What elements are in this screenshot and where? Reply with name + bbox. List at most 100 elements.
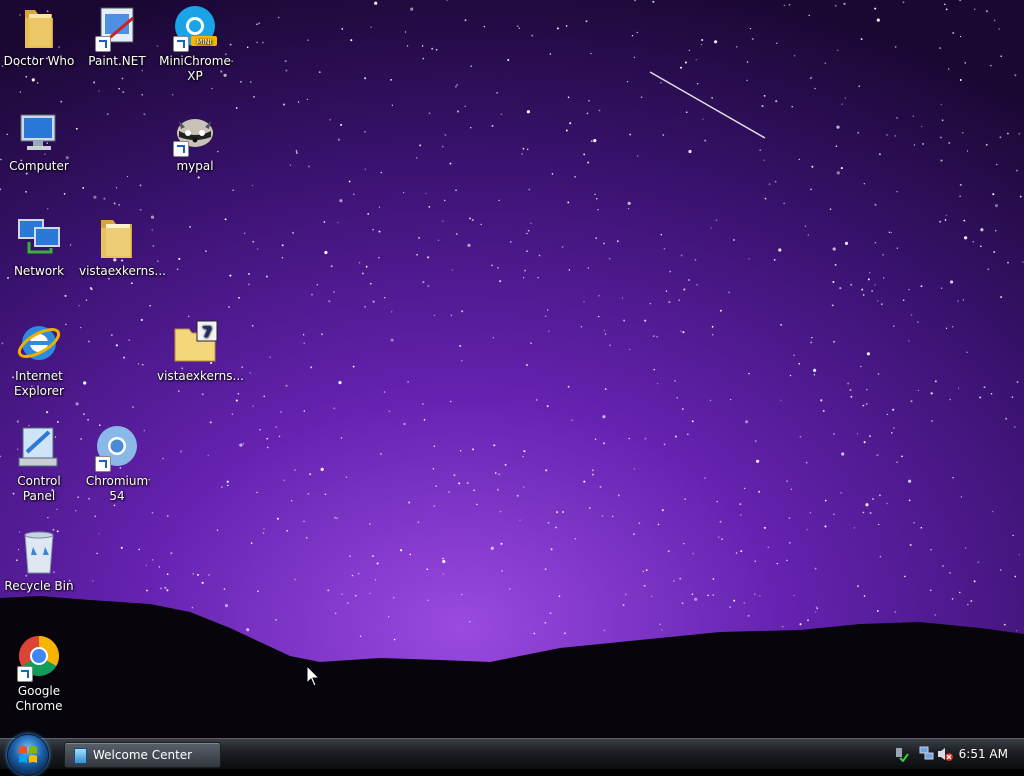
star (834, 4, 837, 7)
star (25, 190, 28, 193)
star (1000, 55, 1002, 57)
star (940, 287, 943, 289)
star (469, 217, 471, 220)
star (878, 523, 880, 526)
network-tray-icon[interactable] (919, 746, 935, 762)
star (667, 550, 670, 553)
star (151, 511, 154, 514)
star (118, 204, 120, 206)
star (229, 274, 232, 277)
star (267, 447, 269, 449)
desktop-icon-mypal[interactable]: mypal (156, 109, 234, 174)
desktop-icon-recycle-bin[interactable]: Recycle Bin (0, 529, 78, 594)
desktop-icon-google-chrome[interactable]: Google Chrome (0, 634, 78, 714)
star (663, 248, 666, 250)
star (265, 275, 268, 278)
star (496, 488, 499, 491)
star (224, 218, 227, 221)
desktop-icon-network[interactable]: Network (0, 214, 78, 279)
star (959, 35, 962, 38)
star (98, 533, 100, 535)
star (929, 589, 932, 592)
desktop-icon-vistaexkerns-folder[interactable]: vistaexkerns... (78, 214, 166, 279)
star (110, 334, 113, 337)
star (113, 202, 116, 205)
star (187, 315, 190, 318)
desktop-icon-paint-net[interactable]: Paint.NET (78, 4, 156, 69)
desktop-icon-doctor-who[interactable]: Doctor Who (0, 4, 78, 69)
desktop-icon-internet-explorer[interactable]: Internet Explorer (0, 319, 78, 399)
star (330, 265, 333, 268)
star (710, 227, 712, 229)
taskbar-button-welcome-center[interactable]: Welcome Center (64, 742, 221, 768)
star (166, 515, 169, 517)
star (649, 302, 652, 305)
desktop-icon-control-panel[interactable]: Control Panel (0, 424, 78, 504)
star (423, 418, 426, 421)
star (694, 258, 697, 261)
star (82, 187, 85, 189)
star (231, 413, 233, 415)
star (704, 477, 706, 479)
star (642, 570, 644, 573)
star (985, 10, 988, 13)
star (256, 41, 258, 44)
star (250, 542, 253, 544)
star (633, 533, 635, 535)
taskbar-clock[interactable]: 6:51 AM (959, 747, 1008, 761)
star (449, 400, 452, 403)
star (789, 374, 792, 377)
star (425, 192, 427, 195)
desktop-icon-minichrome-xp[interactable]: MINI MiniChrome XP (156, 4, 234, 84)
star (294, 469, 296, 471)
star (1005, 417, 1008, 420)
star (774, 180, 777, 183)
star (131, 406, 134, 409)
star (427, 599, 429, 601)
star (811, 336, 813, 339)
star (869, 435, 871, 437)
star (278, 435, 281, 438)
safely-remove-hardware-icon[interactable] (893, 746, 909, 762)
star (806, 528, 808, 531)
desktop-icon-chromium-54[interactable]: Chromium 54 (78, 424, 156, 504)
star (665, 290, 668, 292)
star (96, 552, 98, 555)
star (876, 609, 879, 612)
star (783, 4, 786, 7)
star (80, 326, 82, 329)
star (882, 253, 884, 256)
star (934, 380, 937, 383)
star (303, 342, 305, 345)
desktop-icon-label: Paint.NET (88, 54, 146, 68)
internet-explorer-icon (17, 326, 61, 360)
star (350, 39, 353, 42)
star (729, 606, 732, 609)
star (88, 340, 90, 343)
desktop-icon-vistaexkerns-archive[interactable]: 7 vistaexkerns... (156, 319, 244, 384)
desktop-icon-computer[interactable]: Computer (0, 109, 78, 174)
star (123, 356, 126, 359)
star (98, 90, 100, 92)
star (681, 602, 684, 605)
volume-muted-icon[interactable] (937, 746, 953, 762)
star (507, 58, 510, 62)
star (768, 183, 771, 186)
star (849, 389, 852, 391)
star (878, 153, 881, 156)
star (448, 491, 451, 493)
star (587, 267, 590, 269)
star (860, 38, 863, 41)
shortcut-arrow-icon (173, 141, 189, 157)
star (674, 435, 677, 438)
start-button[interactable] (7, 734, 49, 776)
star (145, 564, 148, 567)
star (473, 489, 475, 492)
star (565, 129, 568, 132)
star (320, 333, 324, 336)
computer-icon (20, 114, 56, 150)
star (555, 526, 557, 529)
star (597, 315, 600, 318)
star (908, 340, 910, 342)
star (333, 407, 336, 410)
